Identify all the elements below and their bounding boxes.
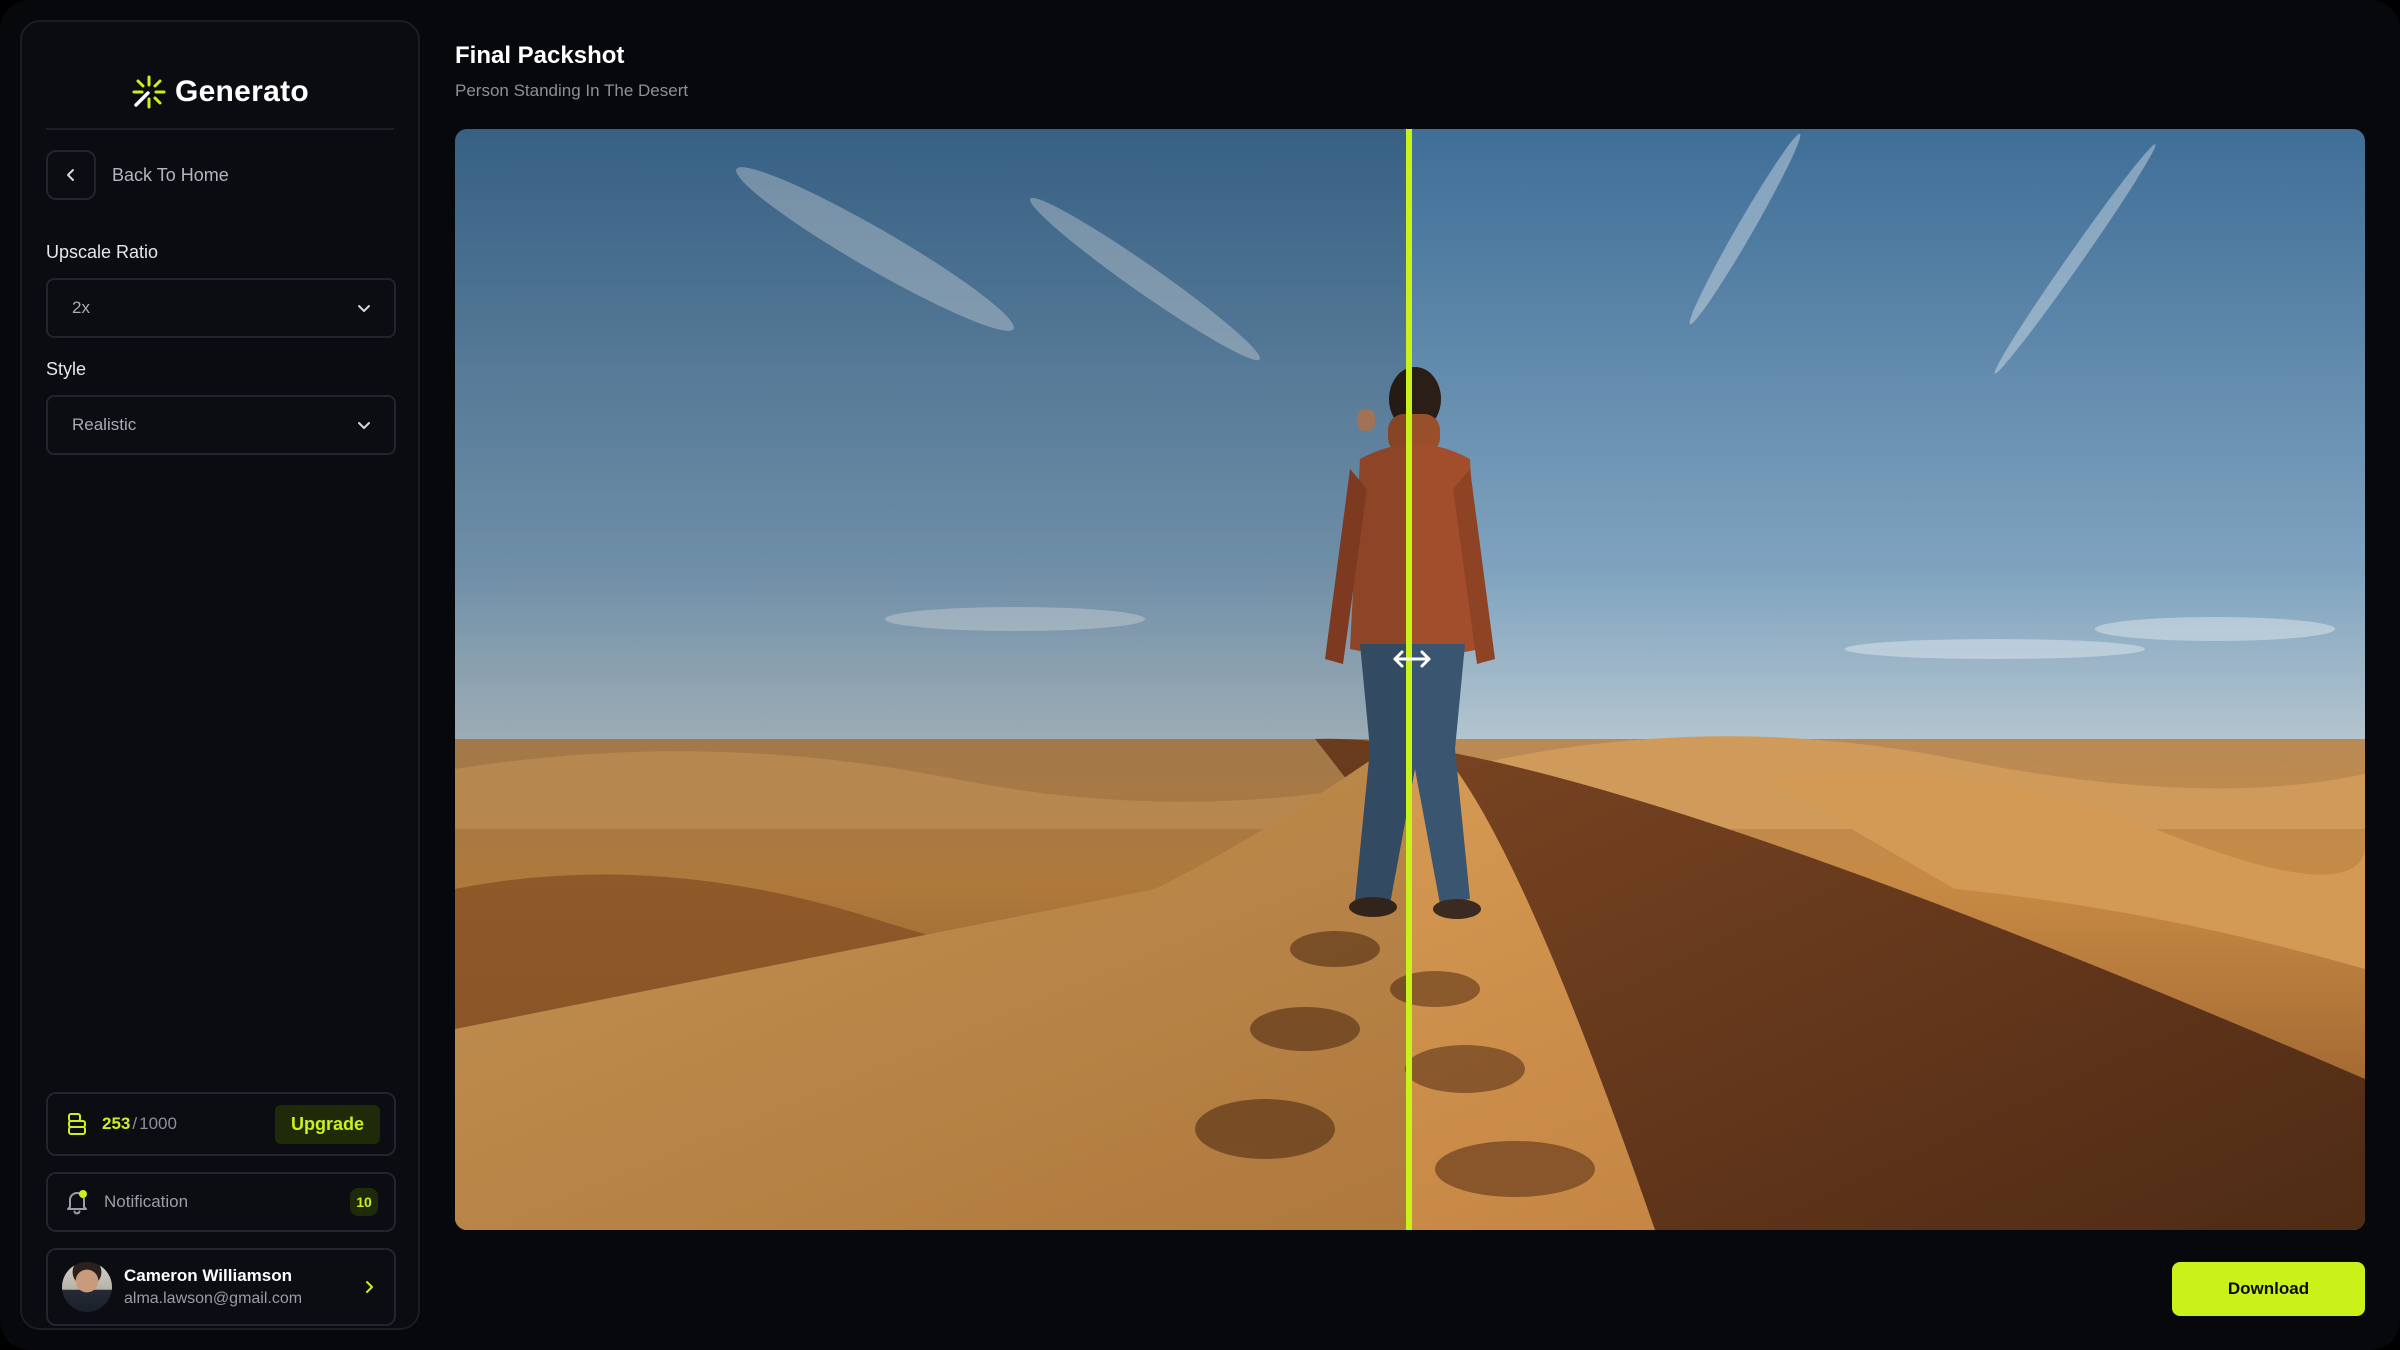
- brand-logo[interactable]: Generato: [22, 70, 418, 114]
- style-value: Realistic: [72, 415, 137, 434]
- user-email: alma.lawson@gmail.com: [124, 1290, 303, 1307]
- chevron-right-icon[interactable]: [362, 1280, 376, 1294]
- style-label: Style: [46, 359, 87, 379]
- page-title: Final Packshot: [455, 42, 625, 69]
- notification-count-badge: 10: [350, 1188, 378, 1216]
- credits-used: 253: [102, 1114, 131, 1133]
- sidebar-divider: [46, 128, 394, 130]
- credits-card: 253 / 1000 Upgrade: [46, 1092, 396, 1156]
- back-button[interactable]: [46, 150, 96, 200]
- chevron-left-icon: [67, 169, 74, 181]
- user-info: Cameron Williamson alma.lawson@gmail.com: [124, 1266, 302, 1308]
- chevron-down-icon: [358, 305, 370, 312]
- comparison-viewer[interactable]: [455, 129, 2365, 1230]
- back-label[interactable]: Back To Home: [112, 165, 229, 186]
- download-button[interactable]: Download: [2172, 1262, 2365, 1316]
- app-window: Generato Back To Home Upscale Ratio 2x S…: [0, 0, 2400, 1350]
- credits-separator: /: [132, 1114, 138, 1133]
- credits-icon: [68, 1113, 86, 1135]
- user-profile-card[interactable]: Cameron Williamson alma.lawson@gmail.com: [46, 1248, 396, 1326]
- bell-icon: [67, 1190, 87, 1215]
- notification-card[interactable]: Notification 10: [46, 1172, 396, 1232]
- user-name: Cameron Williamson: [124, 1266, 292, 1285]
- left-right-arrow-icon: [1393, 650, 1431, 668]
- page-subtitle: Person Standing In The Desert: [455, 81, 689, 100]
- notification-label: Notification: [104, 1192, 189, 1211]
- avatar: [62, 1262, 112, 1312]
- upscale-ratio-value: 2x: [72, 298, 90, 317]
- credits-total: 1000: [139, 1114, 177, 1133]
- style-select[interactable]: Realistic: [46, 395, 396, 455]
- split-handle[interactable]: [1387, 634, 1437, 684]
- brand-name: Generato: [174, 75, 310, 108]
- sidebar: Generato Back To Home Upscale Ratio 2x S…: [20, 20, 420, 1330]
- upscale-ratio-label: Upscale Ratio: [46, 242, 159, 262]
- back-to-home[interactable]: Back To Home: [46, 150, 229, 200]
- chevron-down-icon: [358, 422, 370, 429]
- sparkle-wand-icon: [132, 75, 166, 109]
- upgrade-button[interactable]: Upgrade: [274, 1104, 380, 1144]
- upscale-ratio-select[interactable]: 2x: [46, 278, 396, 338]
